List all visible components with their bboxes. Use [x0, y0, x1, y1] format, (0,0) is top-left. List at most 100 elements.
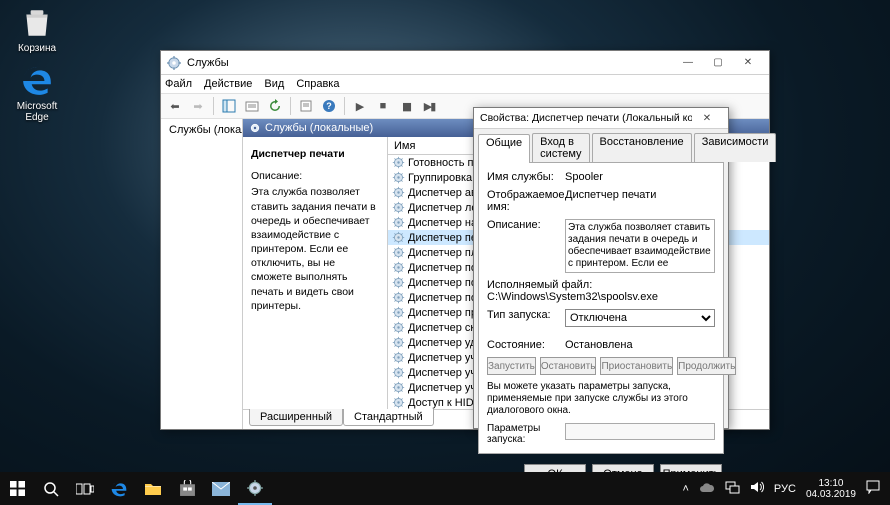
pause-button[interactable]: Приостановить [600, 357, 673, 375]
service-icon [392, 246, 405, 259]
description-box[interactable]: Эта служба позволяет ставить задания печ… [565, 219, 715, 273]
titlebar[interactable]: Свойства: Диспетчер печати (Локальный ко… [474, 108, 728, 129]
startup-params-hint: Вы можете указать параметры запуска, при… [487, 381, 715, 417]
selected-service-name: Диспетчер печати [251, 147, 379, 161]
service-icon [392, 336, 405, 349]
restart-service-button[interactable]: ▶▮ [419, 96, 439, 116]
desktop-icon-edge[interactable]: Microsoft Edge [10, 64, 64, 123]
service-icon [392, 186, 405, 199]
startup-params-input[interactable] [565, 423, 715, 440]
description-label: Описание: [487, 219, 565, 273]
menu-help[interactable]: Справка [296, 78, 339, 90]
executable-path: C:\Windows\System32\spoolsv.exe [487, 291, 715, 303]
pane-header-label: Службы (локальные) [265, 122, 373, 134]
tray-onedrive-icon[interactable] [699, 482, 715, 496]
desktop-icon-label: Microsoft Edge [10, 101, 64, 123]
menu-file[interactable]: Файл [165, 78, 192, 90]
task-view-icon[interactable] [68, 472, 102, 505]
service-name-label: Имя службы: [487, 171, 565, 183]
service-icon [392, 366, 405, 379]
service-icon [392, 171, 405, 184]
edge-icon [20, 64, 54, 98]
desktop-icon-recycle-bin[interactable]: Корзина [10, 6, 64, 54]
taskbar-services-icon[interactable] [238, 472, 272, 505]
detail-pane: Диспетчер печати Описание: Эта служба по… [243, 137, 388, 409]
state-label: Состояние: [487, 339, 565, 351]
close-button[interactable]: ✕ [692, 108, 722, 128]
tray-language[interactable]: РУС [774, 483, 796, 495]
export-button[interactable] [296, 96, 316, 116]
services-icon [167, 56, 181, 70]
service-icon [392, 396, 405, 409]
menu-bar: Файл Действие Вид Справка [161, 75, 769, 93]
tab-general[interactable]: Общие [478, 134, 530, 163]
minimize-button[interactable]: — [673, 53, 703, 73]
back-button[interactable]: ⬅ [165, 96, 185, 116]
tab-logon[interactable]: Вход в систему [532, 133, 589, 162]
properties-tabs: Общие Вход в систему Восстановление Зави… [474, 129, 728, 162]
taskbar: ˄ РУС 13:10 04.03.2019 [0, 472, 890, 505]
clock-time: 13:10 [806, 478, 856, 489]
description-text: Эта служба позволяет ставить задания печ… [251, 185, 379, 313]
startup-type-select[interactable]: Отключена [565, 309, 715, 327]
taskbar-explorer-icon[interactable] [136, 472, 170, 505]
desktop-icon-label: Корзина [10, 43, 64, 54]
service-icon [392, 276, 405, 289]
services-icon [249, 122, 261, 134]
state-value: Остановлена [565, 339, 715, 351]
tray-network-icon[interactable] [725, 481, 740, 497]
service-icon [392, 306, 405, 319]
display-name-label: Отображаемое имя: [487, 189, 565, 213]
service-properties-dialog: Свойства: Диспетчер печати (Локальный ко… [473, 107, 729, 429]
service-icon [392, 321, 405, 334]
search-icon[interactable] [34, 472, 68, 505]
pause-service-button[interactable]: ▮▮ [396, 96, 416, 116]
stop-button[interactable]: Остановить [540, 357, 597, 375]
taskbar-edge-icon[interactable] [102, 472, 136, 505]
show-hide-tree-button[interactable] [219, 96, 239, 116]
properties-button[interactable] [242, 96, 262, 116]
service-icon [392, 231, 405, 244]
menu-view[interactable]: Вид [264, 78, 284, 90]
tree-root-label: Службы (локальн [169, 124, 243, 136]
service-icon [392, 156, 405, 169]
startup-type-label: Тип запуска: [487, 309, 565, 327]
tab-extended[interactable]: Расширенный [249, 409, 343, 426]
tab-dependencies[interactable]: Зависимости [694, 133, 777, 162]
resume-button[interactable]: Продолжить [677, 357, 736, 375]
forward-button[interactable]: ➡ [188, 96, 208, 116]
startup-params-label: Параметры запуска: [487, 423, 565, 445]
properties-body: Имя службы: Spooler Отображаемое имя: Ди… [478, 162, 724, 454]
start-button[interactable] [0, 472, 34, 505]
tray-clock[interactable]: 13:10 04.03.2019 [806, 478, 856, 500]
executable-label: Исполняемый файл: [487, 279, 715, 291]
menu-action[interactable]: Действие [204, 78, 252, 90]
service-icon [392, 291, 405, 304]
start-service-button[interactable]: ▶ [350, 96, 370, 116]
tray-volume-icon[interactable] [750, 480, 764, 497]
svg-text:?: ? [326, 101, 332, 111]
service-icon [392, 381, 405, 394]
display-name-value: Диспетчер печати [565, 189, 715, 213]
service-icon [392, 201, 405, 214]
help-button[interactable]: ? [319, 96, 339, 116]
start-button[interactable]: Запустить [487, 357, 536, 375]
taskbar-mail-icon[interactable] [204, 472, 238, 505]
desktop: Корзина Microsoft Edge Службы — ▢ ✕ Файл… [0, 0, 890, 505]
tree-root[interactable]: Службы (локальн [165, 123, 238, 136]
close-button[interactable]: ✕ [733, 53, 763, 73]
refresh-button[interactable] [265, 96, 285, 116]
taskbar-store-icon[interactable] [170, 472, 204, 505]
tab-recovery[interactable]: Восстановление [592, 133, 692, 162]
service-icon [392, 216, 405, 229]
maximize-button[interactable]: ▢ [703, 53, 733, 73]
tab-standard[interactable]: Стандартный [343, 409, 434, 426]
window-title: Службы [187, 57, 229, 69]
stop-service-button[interactable]: ■ [373, 96, 393, 116]
service-icon [392, 261, 405, 274]
tray-up-icon[interactable]: ˄ [682, 483, 688, 495]
tree-pane[interactable]: Службы (локальн [161, 119, 243, 429]
tray-notifications-icon[interactable] [866, 480, 880, 497]
titlebar[interactable]: Службы — ▢ ✕ [161, 51, 769, 75]
recycle-bin-icon [20, 6, 54, 40]
